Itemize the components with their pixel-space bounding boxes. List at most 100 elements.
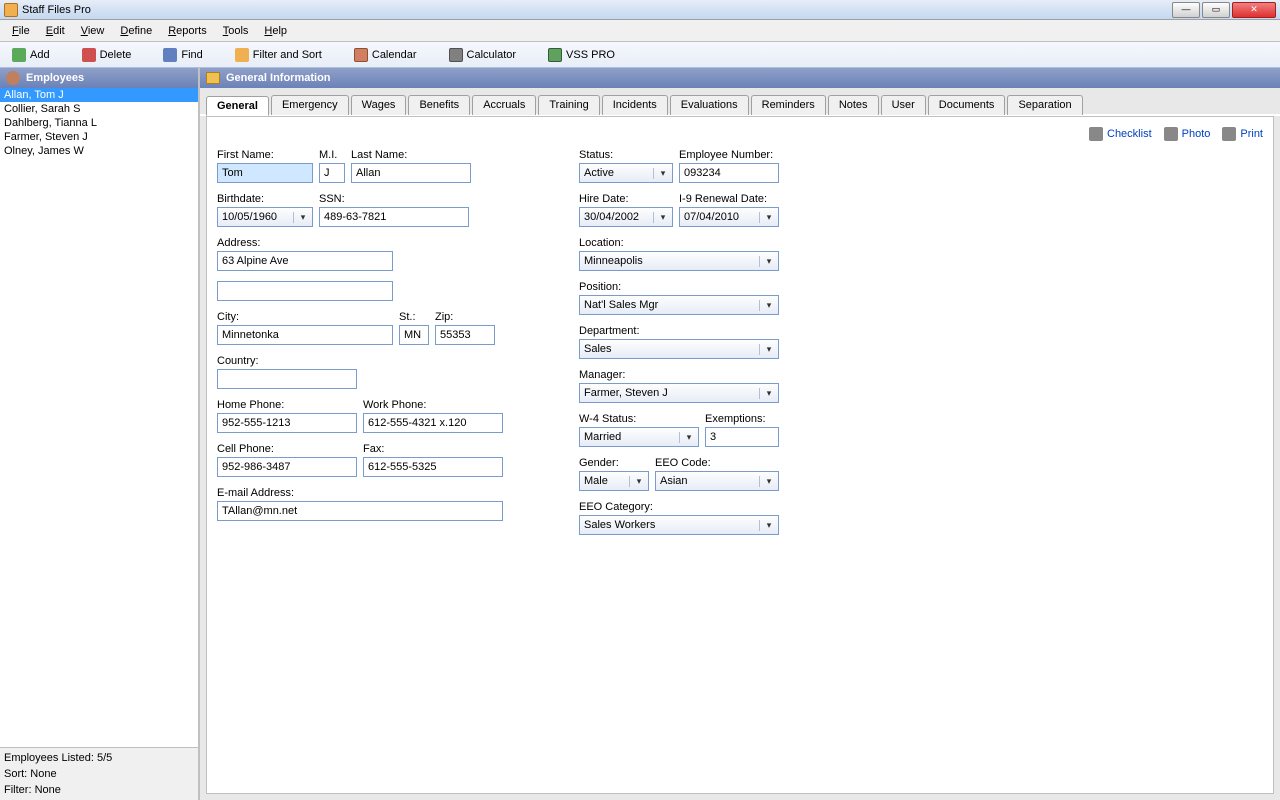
department-select[interactable]: Sales — [579, 339, 779, 359]
tab-benefits[interactable]: Benefits — [408, 95, 470, 115]
employee-list[interactable]: Allan, Tom J Collier, Sarah S Dahlberg, … — [0, 88, 198, 747]
hire-date-picker[interactable]: 30/04/2002 — [579, 207, 673, 227]
menu-tools[interactable]: Tools — [215, 23, 257, 39]
filter-label: Filter: — [4, 784, 32, 796]
home-phone-label: Home Phone: — [217, 399, 357, 411]
tab-incidents[interactable]: Incidents — [602, 95, 668, 115]
employee-list-item[interactable]: Collier, Sarah S — [0, 102, 198, 116]
tab-reminders[interactable]: Reminders — [751, 95, 826, 115]
calendar-icon — [354, 48, 368, 62]
menu-file[interactable]: File — [4, 23, 38, 39]
window-close-button[interactable]: ✕ — [1232, 2, 1276, 18]
tab-documents[interactable]: Documents — [928, 95, 1006, 115]
folder-icon — [206, 72, 220, 84]
sort-value: None — [30, 768, 56, 780]
employee-list-item[interactable]: Allan, Tom J — [0, 88, 198, 102]
cell-phone-label: Cell Phone: — [217, 443, 357, 455]
delete-icon — [82, 48, 96, 62]
ssn-input[interactable] — [319, 207, 469, 227]
tab-accruals[interactable]: Accruals — [472, 95, 536, 115]
city-input[interactable] — [217, 325, 393, 345]
w4-select[interactable]: Married — [579, 427, 699, 447]
email-input[interactable] — [217, 501, 503, 521]
main-area: General Information General Emergency Wa… — [200, 68, 1280, 800]
st-input[interactable] — [399, 325, 429, 345]
tab-training[interactable]: Training — [538, 95, 599, 115]
eeo-category-select[interactable]: Sales Workers — [579, 515, 779, 535]
listed-label: Employees Listed: — [4, 752, 94, 764]
menu-define[interactable]: Define — [112, 23, 160, 39]
people-icon — [6, 71, 20, 85]
status-select[interactable]: Active — [579, 163, 673, 183]
toolbar-vsspro-button[interactable]: VSS PRO — [540, 46, 623, 64]
tab-evaluations[interactable]: Evaluations — [670, 95, 749, 115]
toolbar-add-button[interactable]: Add — [4, 46, 58, 64]
eeo-code-label: EEO Code: — [655, 457, 779, 469]
tab-user[interactable]: User — [881, 95, 926, 115]
toolbar-calendar-button[interactable]: Calendar — [346, 46, 425, 64]
checklist-icon — [1089, 127, 1103, 141]
tab-separation[interactable]: Separation — [1007, 95, 1082, 115]
mi-input[interactable] — [319, 163, 345, 183]
print-link[interactable]: Print — [1222, 127, 1263, 141]
filter-icon — [235, 48, 249, 62]
tab-emergency[interactable]: Emergency — [271, 95, 349, 115]
gender-select[interactable]: Male — [579, 471, 649, 491]
eeo-code-select[interactable]: Asian — [655, 471, 779, 491]
position-select[interactable]: Nat'l Sales Mgr — [579, 295, 779, 315]
home-phone-input[interactable] — [217, 413, 357, 433]
photo-icon — [1164, 127, 1178, 141]
exemptions-input[interactable] — [705, 427, 779, 447]
photo-link[interactable]: Photo — [1164, 127, 1211, 141]
sidebar-title: Employees — [26, 72, 84, 84]
manager-select[interactable]: Farmer, Steven J — [579, 383, 779, 403]
emp-no-input[interactable] — [679, 163, 779, 183]
toolbar-delete-label: Delete — [100, 49, 132, 61]
country-input[interactable] — [217, 369, 357, 389]
checklist-link[interactable]: Checklist — [1089, 127, 1152, 141]
tab-notes[interactable]: Notes — [828, 95, 879, 115]
birthdate-label: Birthdate: — [217, 193, 313, 205]
zip-input[interactable] — [435, 325, 495, 345]
work-phone-input[interactable] — [363, 413, 503, 433]
toolbar-find-button[interactable]: Find — [155, 46, 210, 64]
employee-list-item[interactable]: Olney, James W — [0, 144, 198, 158]
employee-list-item[interactable]: Farmer, Steven J — [0, 130, 198, 144]
toolbar-filtersort-button[interactable]: Filter and Sort — [227, 46, 330, 64]
hire-date-label: Hire Date: — [579, 193, 673, 205]
menu-reports[interactable]: Reports — [160, 23, 215, 39]
employees-sidebar: Employees Allan, Tom J Collier, Sarah S … — [0, 68, 200, 800]
main-title: General Information — [226, 72, 331, 84]
first-name-input[interactable] — [217, 163, 313, 183]
employee-list-item[interactable]: Dahlberg, Tianna L — [0, 116, 198, 130]
toolbar-calculator-button[interactable]: Calculator — [441, 46, 525, 64]
tab-general[interactable]: General — [206, 96, 269, 116]
address2-input[interactable] — [217, 281, 393, 301]
mi-label: M.I. — [319, 149, 345, 161]
cell-phone-input[interactable] — [217, 457, 357, 477]
main-header: General Information — [200, 68, 1280, 88]
toolbar-filtersort-label: Filter and Sort — [253, 49, 322, 61]
app-icon — [4, 3, 18, 17]
fax-label: Fax: — [363, 443, 503, 455]
add-icon — [12, 48, 26, 62]
location-select[interactable]: Minneapolis — [579, 251, 779, 271]
fax-input[interactable] — [363, 457, 503, 477]
i9-date-picker[interactable]: 07/04/2010 — [679, 207, 779, 227]
window-maximize-button[interactable]: ▭ — [1202, 2, 1230, 18]
last-name-input[interactable] — [351, 163, 471, 183]
listed-value: 5/5 — [97, 752, 112, 764]
toolbar-delete-button[interactable]: Delete — [74, 46, 140, 64]
zip-label: Zip: — [435, 311, 495, 323]
menu-view[interactable]: View — [73, 23, 113, 39]
gender-label: Gender: — [579, 457, 649, 469]
window-minimize-button[interactable]: — — [1172, 2, 1200, 18]
email-label: E-mail Address: — [217, 487, 503, 499]
location-label: Location: — [579, 237, 779, 249]
tab-wages[interactable]: Wages — [351, 95, 407, 115]
menu-help[interactable]: Help — [256, 23, 295, 39]
address1-input[interactable] — [217, 251, 393, 271]
birthdate-picker[interactable]: 10/05/1960 — [217, 207, 313, 227]
ssn-label: SSN: — [319, 193, 469, 205]
menu-edit[interactable]: Edit — [38, 23, 73, 39]
